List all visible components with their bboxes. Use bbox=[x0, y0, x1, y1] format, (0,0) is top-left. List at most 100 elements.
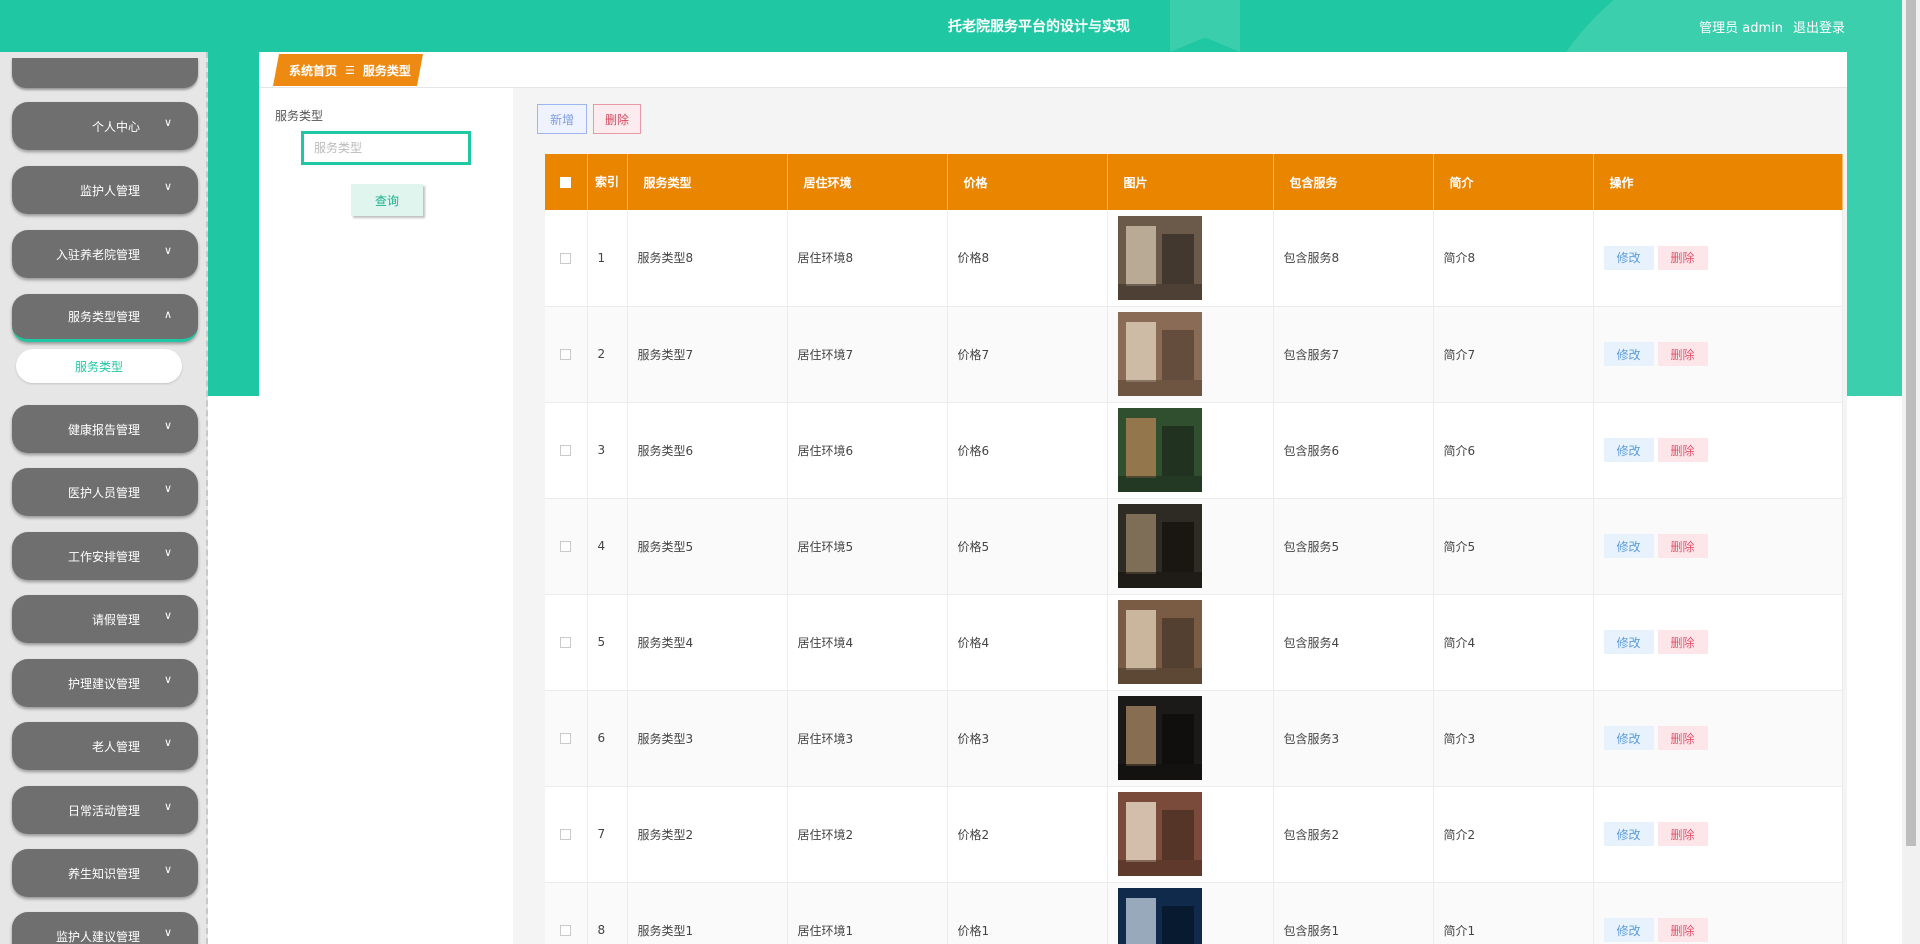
row-checkbox[interactable] bbox=[560, 445, 572, 456]
select-all-checkbox[interactable] bbox=[560, 177, 572, 188]
sidebar-item-health-report[interactable]: 健康报告管理 ∨ bbox=[12, 405, 198, 453]
row-actions: 修改 删除 bbox=[1593, 690, 1843, 787]
edit-button[interactable]: 修改 bbox=[1603, 630, 1654, 654]
row-checkbox[interactable] bbox=[560, 349, 572, 360]
sidebar-item-label: 个人中心 bbox=[91, 119, 140, 134]
row-thumbnail-image[interactable] bbox=[1117, 215, 1202, 300]
row-checkbox[interactable] bbox=[560, 541, 572, 552]
row-thumbnail-image[interactable] bbox=[1117, 696, 1202, 780]
search-button[interactable]: 查询 bbox=[351, 184, 423, 216]
column-header-image: 图片 bbox=[1107, 154, 1274, 210]
delete-button[interactable]: 删除 bbox=[1657, 918, 1708, 942]
row-index: 7 bbox=[587, 786, 628, 883]
row-thumbnail-image[interactable] bbox=[1117, 312, 1202, 396]
row-index: 2 bbox=[587, 306, 628, 403]
search-panel: 服务类型 查询 bbox=[259, 88, 513, 944]
edit-button[interactable]: 修改 bbox=[1603, 534, 1654, 558]
row-living-environment: 居住环境1 bbox=[787, 882, 948, 944]
header-user-area: 管理员 admin 退出登录 bbox=[1699, 17, 1845, 36]
delete-button[interactable]: 删除 bbox=[1657, 534, 1708, 558]
sidebar-item-elderly[interactable]: 老人管理 ∨ bbox=[12, 722, 198, 770]
delete-button[interactable]: 删除 bbox=[1657, 245, 1708, 270]
row-checkbox[interactable] bbox=[560, 829, 572, 840]
sidebar-item-label: 监护人管理 bbox=[79, 183, 140, 198]
sidebar-item-label: 护理建议管理 bbox=[67, 676, 140, 691]
row-intro: 简介1 bbox=[1433, 882, 1594, 944]
table-row: 1 服务类型8 居住环境8 价格8 包含服务8 简介8 修改 删除 bbox=[545, 210, 1843, 307]
delete-button[interactable]: 删除 bbox=[1657, 630, 1708, 654]
row-service-type: 服务类型6 bbox=[627, 402, 788, 499]
edit-button[interactable]: 修改 bbox=[1603, 726, 1654, 750]
delete-button[interactable]: 删除 bbox=[1657, 726, 1708, 750]
breadcrumb-home[interactable]: 系统首页 bbox=[289, 62, 337, 79]
sidebar-item-care-advice[interactable]: 护理建议管理 ∨ bbox=[12, 659, 198, 707]
delete-button[interactable]: 删除 bbox=[1657, 438, 1708, 462]
sidebar-item-personal-center[interactable]: 个人中心 ∨ bbox=[12, 102, 198, 150]
row-price: 价格2 bbox=[947, 786, 1108, 883]
sidebar-item-leave[interactable]: 请假管理 ∨ bbox=[12, 595, 198, 643]
row-checkbox[interactable] bbox=[560, 252, 572, 264]
chevron-down-icon: ∨ bbox=[164, 673, 173, 686]
delete-button[interactable]: 删除 bbox=[1657, 342, 1708, 366]
row-included-services: 包含服务6 bbox=[1273, 402, 1434, 499]
search-input[interactable] bbox=[301, 131, 471, 165]
row-thumbnail-image[interactable] bbox=[1117, 600, 1202, 684]
row-checkbox[interactable] bbox=[560, 925, 572, 936]
row-select-cell bbox=[545, 882, 588, 944]
row-thumbnail-image[interactable] bbox=[1117, 504, 1202, 588]
add-button[interactable]: 新增 bbox=[537, 104, 587, 134]
table-row: 2 服务类型7 居住环境7 价格7 包含服务7 简介7 修改 删除 bbox=[545, 306, 1843, 403]
sidebar-item-nursing-home[interactable]: 入驻养老院管理 ∨ bbox=[12, 230, 198, 278]
row-living-environment: 居住环境3 bbox=[787, 690, 948, 787]
sidebar-item-daily-activity[interactable]: 日常活动管理 ∨ bbox=[12, 786, 198, 834]
row-thumbnail-image[interactable] bbox=[1117, 792, 1202, 876]
sidebar-subitem-service-type[interactable]: 服务类型 bbox=[16, 349, 182, 383]
sidebar-item-label: 服务类型管理 bbox=[67, 310, 140, 324]
row-actions: 修改 删除 bbox=[1593, 594, 1843, 691]
edit-button[interactable]: 修改 bbox=[1603, 822, 1654, 846]
sidebar[interactable]: 个人中心 ∨ 监护人管理 ∨ 入驻养老院管理 ∨ 服务类型管理 ∧ 服务类型 健… bbox=[0, 52, 208, 944]
row-thumbnail-image[interactable] bbox=[1117, 888, 1202, 944]
scrollbar-thumb[interactable] bbox=[1906, 0, 1916, 846]
logout-link[interactable]: 退出登录 bbox=[1793, 17, 1845, 36]
sidebar-item-label: 老人管理 bbox=[91, 739, 140, 754]
row-thumbnail-image[interactable] bbox=[1117, 408, 1202, 492]
row-included-services: 包含服务8 bbox=[1273, 210, 1434, 307]
row-actions: 修改 删除 bbox=[1593, 210, 1843, 307]
row-checkbox[interactable] bbox=[560, 733, 572, 744]
breadcrumb-current: 服务类型 bbox=[362, 63, 411, 78]
user-role-label: 管理员 admin bbox=[1699, 21, 1783, 36]
edit-button[interactable]: 修改 bbox=[1603, 438, 1654, 462]
sidebar-item-medical-staff[interactable]: 医护人员管理 ∨ bbox=[12, 468, 198, 516]
sidebar-item-label: 健康报告管理 bbox=[67, 422, 140, 437]
edit-button[interactable]: 修改 bbox=[1603, 342, 1654, 366]
row-included-services: 包含服务2 bbox=[1273, 786, 1434, 883]
row-image-cell bbox=[1107, 306, 1274, 403]
sidebar-top-item[interactable] bbox=[12, 58, 198, 88]
row-index: 3 bbox=[587, 402, 628, 499]
sidebar-item-label: 监护人建议管理 bbox=[55, 929, 140, 944]
edit-button[interactable]: 修改 bbox=[1603, 245, 1654, 270]
sidebar-item-guardian-advice[interactable]: 监护人建议管理 ∨ bbox=[12, 912, 198, 944]
page-scrollbar[interactable] bbox=[1902, 0, 1920, 944]
delete-button[interactable]: 删除 bbox=[1657, 822, 1708, 846]
row-select-cell bbox=[545, 210, 588, 307]
sidebar-item-service-type[interactable]: 服务类型管理 ∧ bbox=[12, 294, 198, 342]
chevron-down-icon: ∨ bbox=[164, 244, 173, 257]
row-select-cell bbox=[545, 402, 588, 499]
row-service-type: 服务类型2 bbox=[627, 786, 788, 883]
row-image-cell bbox=[1107, 402, 1274, 499]
batch-delete-button[interactable]: 删除 bbox=[593, 104, 641, 134]
row-service-type: 服务类型3 bbox=[627, 690, 788, 787]
row-image-cell bbox=[1107, 594, 1274, 691]
row-select-cell bbox=[545, 786, 588, 883]
row-checkbox[interactable] bbox=[560, 637, 572, 648]
row-actions: 修改 删除 bbox=[1593, 402, 1843, 499]
row-price: 价格1 bbox=[947, 882, 1108, 944]
sidebar-item-wellness-knowledge[interactable]: 养生知识管理 ∨ bbox=[12, 849, 198, 897]
edit-button[interactable]: 修改 bbox=[1603, 918, 1654, 942]
table-header-row: 索引 服务类型 居住环境 价格 图片 包含服务 简介 操作 bbox=[545, 154, 1843, 210]
row-select-cell bbox=[545, 690, 588, 787]
sidebar-item-work-schedule[interactable]: 工作安排管理 ∨ bbox=[12, 532, 198, 580]
sidebar-item-guardian[interactable]: 监护人管理 ∨ bbox=[12, 166, 198, 214]
